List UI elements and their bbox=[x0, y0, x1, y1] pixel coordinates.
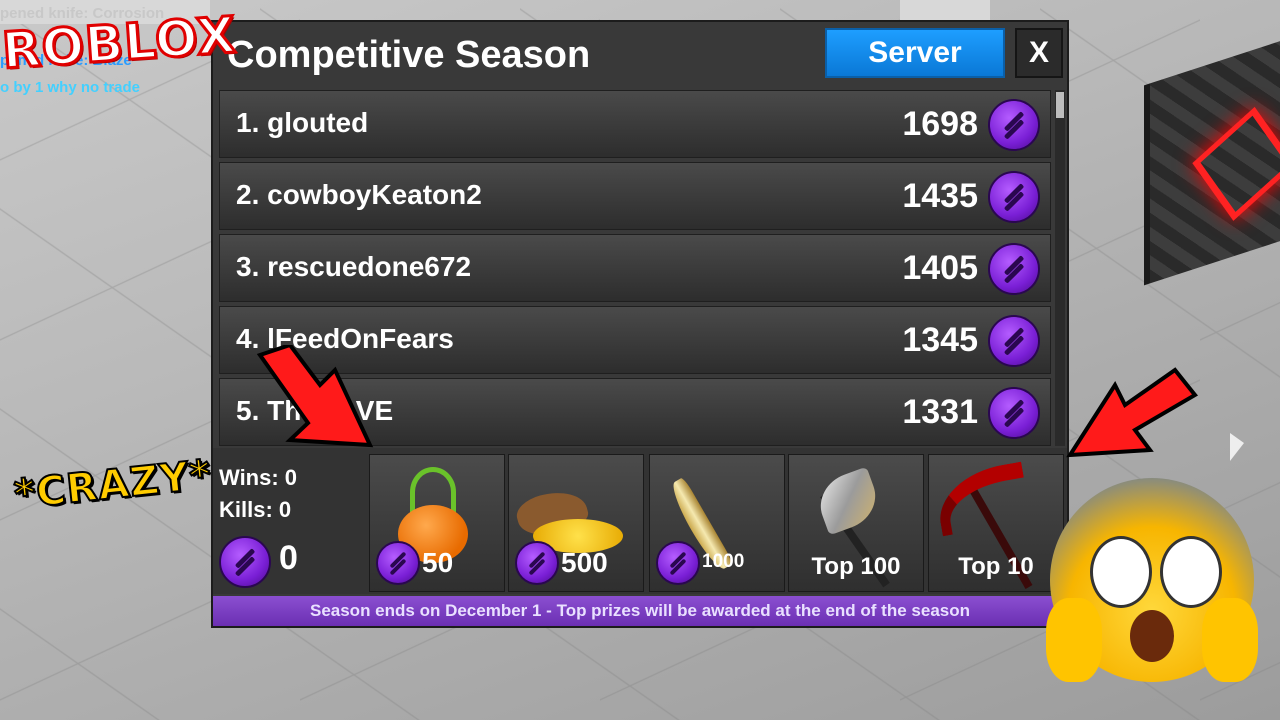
leaderboard-row: 1. glouted 1698 bbox=[219, 90, 1051, 158]
player-stats: Wins: 0 Kills: 0 0 bbox=[219, 462, 298, 588]
red-arrow-icon bbox=[1065, 365, 1205, 458]
player-score: 1698 bbox=[902, 105, 978, 143]
prize-price: 50 bbox=[422, 547, 454, 578]
player-score: 1331 bbox=[902, 393, 978, 431]
season-coin-icon bbox=[219, 536, 271, 588]
screaming-face-emoji-icon bbox=[1046, 478, 1258, 682]
season-coin-icon bbox=[988, 315, 1040, 367]
server-button[interactable]: Server bbox=[825, 28, 1005, 78]
player-name: 1. glouted bbox=[236, 107, 369, 138]
season-end-banner: Season ends on December 1 - Top prizes w… bbox=[213, 596, 1067, 626]
leaderboard-scrollbar[interactable] bbox=[1055, 90, 1065, 446]
prize-gold-sack[interactable]: 500 bbox=[508, 454, 644, 592]
season-coin-icon bbox=[515, 541, 559, 585]
prize-pumpkin-bucket[interactable]: 50 bbox=[369, 454, 505, 592]
season-coin-icon bbox=[988, 387, 1040, 439]
prize-rank-label: Top 100 bbox=[811, 553, 901, 580]
player-name: 2. cowboyKeaton2 bbox=[236, 179, 482, 210]
season-coin-icon bbox=[988, 99, 1040, 151]
close-button[interactable]: X bbox=[1015, 28, 1063, 78]
season-coin-icon bbox=[988, 243, 1040, 295]
season-coin-icon bbox=[656, 541, 700, 585]
wins-count: Wins: 0 bbox=[219, 465, 298, 490]
window-title: Competitive Season bbox=[227, 34, 591, 76]
leaderboard-row: 2. cowboyKeaton2 1435 bbox=[219, 162, 1051, 230]
player-score: 1345 bbox=[902, 321, 978, 359]
emoji-mouth bbox=[1130, 610, 1174, 662]
competitive-season-window: Competitive Season Server X 1. glouted 1… bbox=[211, 20, 1069, 628]
prize-price: 500 bbox=[561, 547, 608, 578]
mouse-cursor-icon bbox=[1230, 433, 1244, 461]
axe-icon bbox=[811, 466, 885, 536]
player-score: 1435 bbox=[902, 177, 978, 215]
scythe-icon bbox=[932, 461, 1032, 537]
prize-price: 1000 bbox=[702, 551, 745, 572]
emoji-hand bbox=[1202, 598, 1258, 682]
leaderboard-row: 3. rescuedone672 1405 bbox=[219, 234, 1051, 302]
prize-axe[interactable]: Top 100 bbox=[788, 454, 924, 592]
player-score: 1405 bbox=[902, 249, 978, 287]
red-arrow-icon bbox=[250, 345, 390, 448]
emoji-hand bbox=[1046, 598, 1102, 682]
prize-scythe[interactable]: Top 10 bbox=[928, 454, 1064, 592]
neon-frame bbox=[1192, 106, 1280, 221]
pillar bbox=[900, 0, 990, 22]
emoji-eye bbox=[1160, 536, 1222, 608]
prize-knife[interactable]: 1000 bbox=[649, 454, 785, 592]
kills-count: Kills: 0 bbox=[219, 497, 292, 522]
player-name: 3. rescuedone672 bbox=[236, 251, 472, 282]
prize-rank-label: Top 10 bbox=[958, 553, 1034, 580]
emoji-eye bbox=[1090, 536, 1152, 608]
season-coin-icon bbox=[988, 171, 1040, 223]
scrollbar-thumb[interactable] bbox=[1056, 92, 1064, 118]
coin-balance: 0 bbox=[279, 539, 298, 577]
rewards-panel: Wins: 0 Kills: 0 0 50 500 1000 Top 100 T… bbox=[213, 448, 1067, 594]
season-coin-icon bbox=[376, 541, 420, 585]
